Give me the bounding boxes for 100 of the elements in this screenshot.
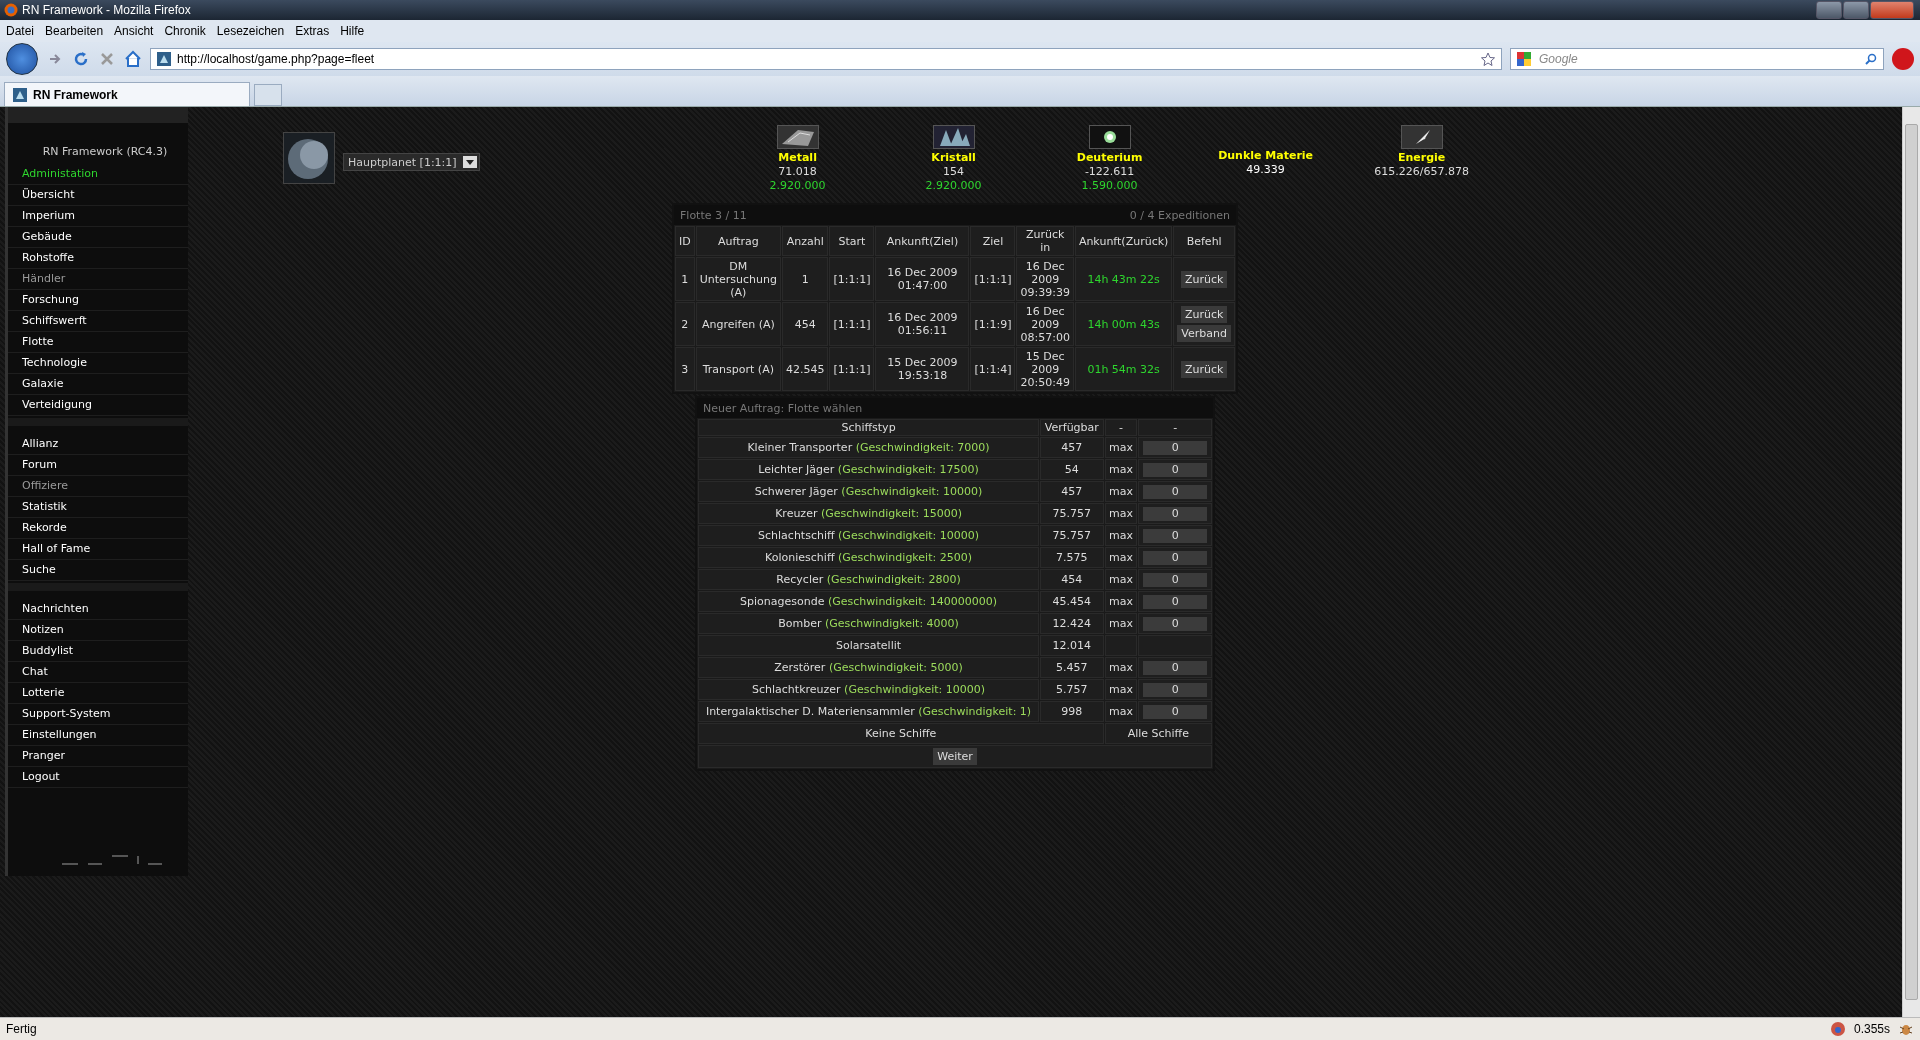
table-cell: 54 [1040,459,1104,480]
sidebar-item[interactable]: Lotterie [8,683,188,704]
amount-field[interactable]: 0 [1143,572,1208,587]
maximize-button[interactable] [1843,1,1869,19]
star-icon[interactable] [1481,52,1495,66]
max-link[interactable]: max [1104,591,1138,612]
back-button[interactable] [6,43,38,75]
sidebar-item[interactable]: Support-System [8,704,188,725]
window-title: RN Framework - Mozilla Firefox [22,3,191,17]
all-ships-link[interactable]: Alle Schiffe [1104,723,1212,744]
sidebar-item[interactable]: Forum [8,455,188,476]
search-field[interactable]: Google [1510,48,1884,70]
ship-name: Kreuzer (Geschwindigkeit: 15000) [698,503,1040,524]
sidebar-item[interactable]: Schiffswerft [8,311,188,332]
sidebar-item[interactable]: Logout [8,767,188,788]
table-cell: 1 [675,257,695,301]
table-cell: 16 Dec 2009 01:47:00 [875,257,970,301]
menu-item[interactable]: Extras [295,24,330,38]
sidebar-item[interactable]: Hall of Fame [8,539,188,560]
sidebar-item[interactable]: Rohstoffe [8,248,188,269]
amount-field[interactable]: 0 [1143,528,1208,543]
command-button[interactable]: Zurück [1180,360,1228,378]
max-link[interactable]: max [1104,547,1138,568]
sidebar-item[interactable]: Imperium [8,206,188,227]
max-link[interactable]: max [1104,503,1138,524]
command-button[interactable]: Zurück [1180,270,1228,288]
panel-title: Flotte 3 / 11 [680,208,747,222]
amount-field[interactable]: 0 [1143,660,1208,675]
column-header: Verfügbar [1040,419,1104,436]
minimize-button[interactable] [1816,1,1842,19]
sidebar-item[interactable]: Rekorde [8,518,188,539]
sidebar-item[interactable]: Technologie [8,353,188,374]
amount-field[interactable]: 0 [1143,550,1208,565]
ship-name: Bomber (Geschwindigkeit: 4000) [698,613,1040,634]
menu-item[interactable]: Lesezeichen [216,24,285,38]
sidebar-item[interactable]: Flotte [8,332,188,353]
sidebar-item[interactable]: Übersicht [8,185,188,206]
table-cell: 1 [782,257,829,301]
menu-item[interactable]: Hilfe [340,24,365,38]
menu-item[interactable]: Datei [6,24,34,38]
sidebar-item[interactable]: Galaxie [8,374,188,395]
max-link[interactable]: max [1104,679,1138,700]
sidebar-item[interactable]: Forschung [8,290,188,311]
resource-amount: 154 [943,165,965,179]
sidebar-item[interactable]: Pranger [8,746,188,767]
next-button[interactable]: Weiter [933,748,977,765]
menu-item[interactable]: Ansicht [114,24,154,38]
table-cell: [1:1:4] [970,347,1016,391]
table-cell: 454 [782,302,829,346]
amount-field[interactable]: 0 [1143,704,1208,719]
table-cell: 45.454 [1040,591,1104,612]
amount-field[interactable]: 0 [1143,594,1208,609]
planet-select[interactable]: Hauptplanet [1:1:1] [343,153,480,171]
menu-item[interactable]: Bearbeiten [45,24,104,38]
max-link[interactable]: max [1104,657,1138,678]
scrollbar[interactable] [1902,107,1920,1017]
max-link[interactable]: max [1104,437,1138,458]
expedition-count: 0 / 4 Expeditionen [1129,208,1230,222]
menu-item[interactable]: Chronik [164,24,206,38]
amount-field[interactable]: 0 [1143,682,1208,697]
sidebar-item[interactable]: Allianz [8,434,188,455]
amount-field[interactable]: 0 [1143,484,1208,499]
sidebar-item[interactable]: Verteidigung [8,395,188,416]
amount-field[interactable]: 0 [1143,440,1208,455]
max-link[interactable]: max [1104,525,1138,546]
command-button[interactable]: Verband [1177,325,1231,342]
max-link[interactable]: max [1104,569,1138,590]
amount-field[interactable]: 0 [1143,616,1208,631]
resource-name: Dunkle Materie [1218,149,1314,163]
address-field[interactable]: http://localhost/game.php?page=fleet [150,48,1502,70]
max-link[interactable]: max [1104,613,1138,634]
column-header: Anzahl [782,226,829,256]
ship-name: Intergalaktischer D. Materiensammler (Geschwindigkeit: 1) [698,701,1040,722]
home-icon[interactable] [124,50,142,68]
max-link[interactable]: max [1104,459,1138,480]
column-header: ID [675,226,695,256]
amount-field[interactable]: 0 [1143,506,1208,521]
sidebar-item[interactable]: Administation [8,164,188,185]
close-button[interactable] [1870,1,1914,19]
sidebar-item[interactable]: Chat [8,662,188,683]
command-button[interactable]: Zurück [1180,306,1228,323]
reload-icon[interactable] [72,50,90,68]
sidebar-item[interactable]: Buddylist [8,641,188,662]
browser-tab[interactable]: RN Framework [4,82,250,106]
no-ships-link[interactable]: Keine Schiffe [698,723,1104,744]
ship-name: Zerstörer (Geschwindigkeit: 5000) [698,657,1040,678]
sidebar-item[interactable]: Suche [8,560,188,581]
sidebar-item[interactable]: Nachrichten [8,599,188,620]
max-link[interactable]: max [1104,481,1138,502]
amount-field[interactable]: 0 [1143,462,1208,477]
adblock-icon[interactable] [1892,48,1914,70]
sidebar-item[interactable]: Gebäude [8,227,188,248]
table-cell: 42.545 [782,347,829,391]
table-cell: DM Untersuchung (A) [695,257,781,301]
sidebar-item[interactable]: Statistik [8,497,188,518]
table-cell: 2 [675,302,695,346]
sidebar-item[interactable]: Einstellungen [8,725,188,746]
sidebar-item[interactable]: Notizen [8,620,188,641]
search-icon[interactable] [1865,53,1877,65]
max-link[interactable]: max [1104,701,1138,722]
